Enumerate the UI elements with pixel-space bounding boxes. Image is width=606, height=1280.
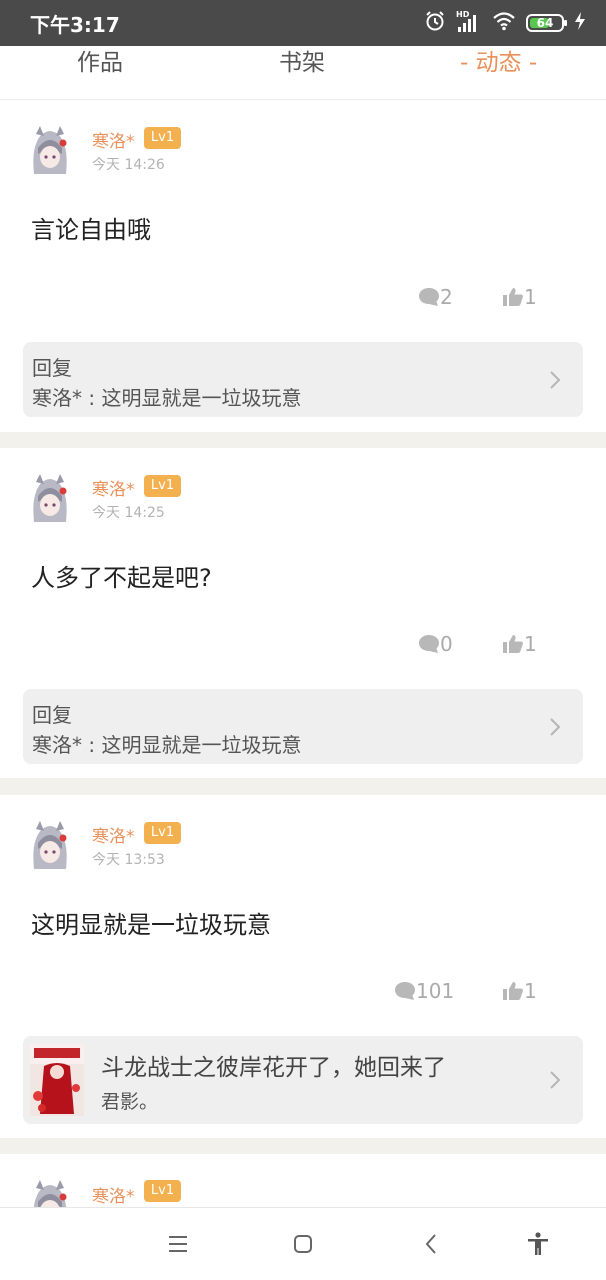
charging-icon: [574, 11, 586, 35]
reply-box[interactable]: 回复 寒洛* : 这明显就是一垃圾玩意: [23, 342, 583, 417]
comment-icon: [419, 635, 439, 653]
like-button[interactable]: 1: [502, 979, 537, 1003]
book-title: 斗龙战士之彼岸花开了，她回来了: [101, 1055, 446, 1081]
like-button[interactable]: 1: [502, 285, 537, 309]
post-time: 今天 13:53: [92, 852, 165, 868]
signal-icon: HD: [456, 10, 482, 34]
user-name[interactable]: 寒洛*: [92, 822, 135, 847]
menu-icon: [169, 1236, 187, 1252]
battery-level: 64: [536, 16, 554, 30]
book-author: 君影。: [101, 1091, 159, 1113]
user-name[interactable]: 寒洛*: [92, 1182, 135, 1207]
menu-button[interactable]: [162, 1228, 194, 1260]
comment-count: 0: [440, 632, 453, 656]
wifi-icon: [492, 11, 516, 35]
post-card: 寒洛* Lv1 今天 13:53 这明显就是一垃圾玩意 101 1 斗龙战士之彼…: [0, 795, 606, 1138]
post-card: 寒洛* Lv1: [0, 1154, 606, 1228]
tab-works[interactable]: 作品: [77, 46, 123, 80]
chevron-right-icon: [550, 371, 561, 389]
status-icons: HD 64: [424, 10, 586, 36]
post-card: 寒洛* Lv1 今天 14:26 言论自由哦 2 1 回复 寒洛* : 这明显就…: [0, 100, 606, 432]
post-content: 人多了不起是吧?: [31, 564, 212, 592]
book-cover: [30, 1044, 84, 1116]
tab-bar: 作品 书架 - 动态 -: [0, 46, 606, 100]
comment-button[interactable]: 101: [394, 979, 454, 1003]
alarm-icon: [424, 10, 446, 36]
like-count: 1: [524, 979, 537, 1003]
battery-icon: 64: [526, 14, 567, 32]
post-time: 今天 14:25: [92, 505, 165, 521]
comment-count: 101: [416, 979, 455, 1003]
comment-icon: [419, 288, 439, 306]
status-bar: 下午3:17 HD 64: [0, 0, 606, 46]
like-count: 1: [524, 632, 537, 656]
user-name[interactable]: 寒洛*: [92, 475, 135, 500]
reply-text: 寒洛* : 这明显就是一垃圾玩意: [32, 386, 302, 410]
tab-bookshelf[interactable]: 书架: [279, 46, 325, 80]
reply-title: 回复: [32, 703, 72, 727]
home-icon: [294, 1235, 312, 1253]
back-icon: [425, 1234, 436, 1254]
battery-nub: [564, 20, 567, 26]
avatar[interactable]: [26, 819, 74, 871]
status-time: 下午3:17: [30, 12, 120, 37]
post-time: 今天 14:26: [92, 157, 165, 173]
tab-activity[interactable]: - 动态 -: [460, 46, 537, 80]
reply-text: 寒洛* : 这明显就是一垃圾玩意: [32, 733, 302, 757]
app-screen: 下午3:17 HD 64 作品 书架 - 动态 - 寒洛* Lv1 今天 14:…: [0, 0, 606, 1280]
book-card[interactable]: 斗龙战士之彼岸花开了，她回来了 君影。: [23, 1036, 583, 1124]
like-count: 1: [524, 285, 537, 309]
accessibility-button[interactable]: [522, 1228, 554, 1260]
level-badge: Lv1: [144, 475, 181, 497]
level-badge: Lv1: [144, 1180, 181, 1202]
accessibility-icon: [528, 1232, 548, 1255]
like-button[interactable]: 1: [502, 632, 537, 656]
chevron-right-icon: [550, 1071, 561, 1089]
hd-label: HD: [456, 10, 470, 19]
post-content: 言论自由哦: [31, 216, 151, 244]
comment-button[interactable]: 2: [418, 285, 453, 309]
comment-button[interactable]: 0: [418, 632, 453, 656]
level-badge: Lv1: [144, 127, 181, 149]
like-icon: [503, 288, 523, 306]
system-nav-bar: [0, 1207, 606, 1280]
back-button[interactable]: [415, 1228, 447, 1260]
reply-title: 回复: [32, 356, 72, 380]
comment-count: 2: [440, 285, 453, 309]
home-button[interactable]: [287, 1228, 319, 1260]
like-icon: [503, 635, 523, 653]
like-icon: [503, 982, 523, 1000]
chevron-right-icon: [550, 718, 561, 736]
avatar[interactable]: [26, 124, 74, 176]
post-content: 这明显就是一垃圾玩意: [31, 911, 271, 939]
user-name[interactable]: 寒洛*: [92, 127, 135, 152]
post-card: 寒洛* Lv1 今天 14:25 人多了不起是吧? 0 1 回复 寒洛* : 这…: [0, 448, 606, 778]
reply-box[interactable]: 回复 寒洛* : 这明显就是一垃圾玩意: [23, 689, 583, 764]
level-badge: Lv1: [144, 822, 181, 844]
comment-icon: [395, 982, 415, 1000]
avatar[interactable]: [26, 472, 74, 524]
